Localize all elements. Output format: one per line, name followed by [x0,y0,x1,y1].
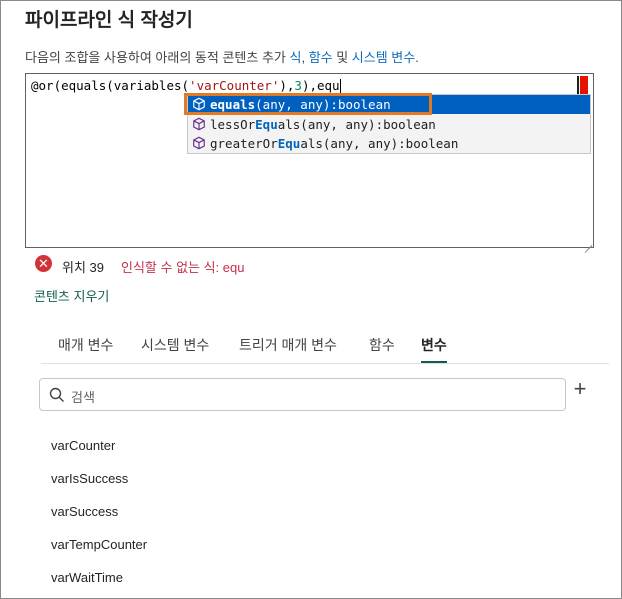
tab-label: 시스템 변수 [141,337,210,353]
tab-label: 변수 [421,337,447,353]
error-position: 위치 39 [62,260,104,275]
search-input[interactable]: 검색 [39,378,566,411]
tab-list: 매개 변수 시스템 변수 트리거 매개 변수 함수 변수 [41,327,609,364]
variable-item[interactable]: varSuccess [51,504,118,519]
expressions-link[interactable]: 식 [289,50,301,65]
tab-label: 트리거 매개 변수 [239,337,337,353]
suggestion-text: greaterOrEquals(any, any):boolean [210,134,458,153]
code-string-token: 'varCounter' [189,78,280,93]
variable-item[interactable]: varIsSuccess [51,471,128,486]
dialog-title: 파이프라인 식 작성기 [25,10,193,31]
tab-functions[interactable]: 함수 [369,335,395,355]
description-separator: , [301,50,309,65]
description-text: 다음의 조합을 사용하여 아래의 동적 콘텐츠 추가 [25,50,290,65]
suggestion-text: lessOrEquals(any, any):boolean [210,115,436,134]
code-number-token: 3 [294,78,302,93]
clear-content-button[interactable]: 콘텐츠 지우기 [34,286,109,305]
expression-code[interactable]: @or(equals(variables('varCounter'),3),eq… [31,78,341,94]
cube-icon [193,136,205,150]
cube-icon [193,117,205,131]
dialog-description: 다음의 조합을 사용하여 아래의 동적 콘텐츠 추가 식, 함수 및 시스템 변… [25,47,419,66]
tab-label: 함수 [369,337,395,353]
tab-trigger-parameters[interactable]: 트리거 매개 변수 [239,335,337,355]
error-icon: ✕ [35,255,52,272]
error-text: 인식할 수 없는 식: equ [121,260,245,275]
suggestion-signature: als(any, any):boolean [277,117,436,132]
description-period: . [415,50,419,65]
overview-ruler[interactable] [577,76,589,94]
text-cursor [339,79,341,94]
system-variables-link[interactable]: 시스템 변수 [352,50,415,65]
code-token: @or(equals(variables( [31,78,190,93]
code-token: ), [279,78,295,93]
tab-variables[interactable]: 변수 [421,335,447,363]
highlight-box [184,93,432,115]
tab-parameters[interactable]: 매개 변수 [58,335,113,355]
suggestion-item[interactable]: greaterOrEquals(any, any):boolean [188,134,590,153]
tab-system-variables[interactable]: 시스템 변수 [141,335,209,355]
suggestion-prefix: greaterOr [210,136,278,151]
suggestion-prefix: lessOr [210,117,256,132]
suggestion-signature: als(any, any):boolean [300,136,459,151]
suggestion-item[interactable]: lessOrEquals(any, any):boolean [188,115,590,134]
code-token: ),equ [301,78,340,93]
error-marker [580,76,588,94]
functions-link[interactable]: 함수 [309,50,333,65]
tab-label: 매개 변수 [58,337,114,353]
resize-handle[interactable] [584,238,592,246]
search-icon [49,387,64,402]
variable-item[interactable]: varTempCounter [51,537,147,552]
add-variable-button[interactable]: + [569,378,591,400]
expression-builder-dialog: 파이프라인 식 작성기 다음의 조합을 사용하여 아래의 동적 콘텐츠 추가 식… [0,0,622,599]
suggestion-match: Equ [255,117,278,132]
variable-item[interactable]: varWaitTime [51,570,123,585]
search-placeholder: 검색 [71,390,95,405]
active-tab-indicator [421,361,447,363]
variable-item[interactable]: varCounter [51,438,115,453]
suggestion-match: Equ [277,136,301,151]
description-separator: 및 [332,50,352,65]
